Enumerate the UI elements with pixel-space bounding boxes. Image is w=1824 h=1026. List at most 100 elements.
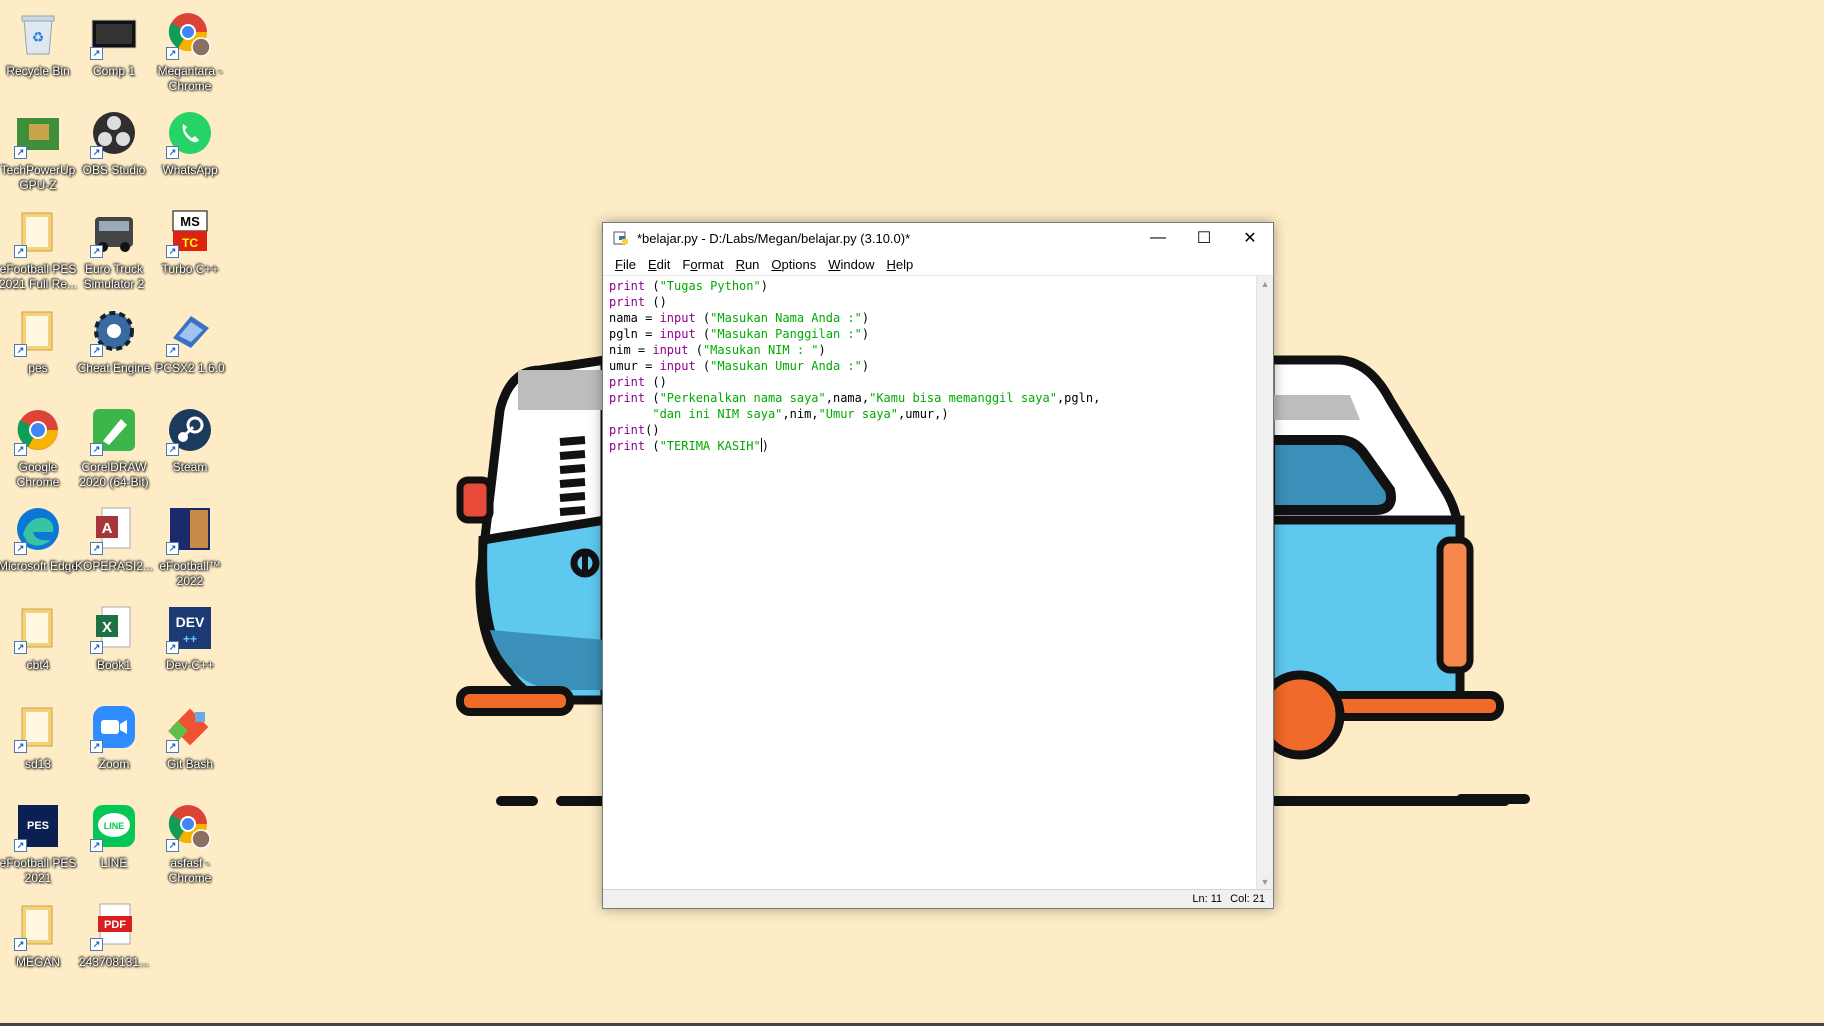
shortcut-arrow-icon: ↗ [14,542,27,555]
desktop-icon[interactable]: ↗ Cheat Engine [72,305,156,376]
code-token: ) [861,311,870,325]
turbo-cpp-icon: MS TC ↗ [164,206,216,258]
desktop-icon[interactable]: ↗ eFootball PES 2021 Full Re... [0,206,80,292]
desktop-icon-label: Turbo C++ [161,262,219,276]
code-token: umur = [609,359,660,373]
menu-item[interactable]: Run [730,257,766,272]
shortcut-arrow-icon: ↗ [166,344,179,357]
scroll-up-icon[interactable]: ▲ [1260,279,1270,289]
shortcut-arrow-icon: ↗ [90,443,103,456]
desktop-icon-label: eFootball PES 2021 Full Re... [0,262,78,291]
desktop-icon[interactable]: ↗ PCSX2 1.6.0 [148,305,232,376]
desktop-icon[interactable]: PDF ↗ 243708131... [72,899,156,970]
desktop-icon[interactable]: ↗ Git Bash [148,701,232,772]
truck-icon: ↗ [88,206,140,258]
folder-icon: ↗ [12,701,64,753]
shortcut-arrow-icon: ↗ [90,146,103,159]
desktop-icon-label: Book1 [96,658,132,672]
desktop-icon[interactable]: ↗ Megantara - Chrome [148,8,232,94]
pes-icon: PES ↗ [12,800,64,852]
code-token: ) [760,279,768,293]
code-line: print ("Perkenalkan nama saya",nama,"Kam… [609,390,1251,406]
vertical-scrollbar[interactable]: ▲ ▼ [1256,276,1273,890]
git-icon: ↗ [164,701,216,753]
minimize-button[interactable]: — [1135,223,1181,253]
code-line: print() [609,422,1251,438]
desktop-icon[interactable]: LINE ↗ LINE [72,800,156,871]
code-token: input [659,327,696,341]
code-line: umur = input ("Masukan Umur Anda :") [609,358,1251,374]
desktop-icon[interactable]: ↗ MEGAN [0,899,80,970]
desktop-icon-label: eFootball™ 2022 [159,559,221,588]
code-editor[interactable]: print ("Tugas Python") print () nama = inp… [603,276,1257,890]
desktop-icon-label: pes [28,361,48,375]
video-file-icon: ↗ [88,8,140,60]
desktop-icon[interactable]: ↗ Comp 1 [72,8,156,79]
desktop-icon[interactable]: DEV ++ ↗ Dev-C++ [148,602,232,673]
cheat-engine-icon: ↗ [88,305,140,357]
svg-text:DEV: DEV [176,614,205,630]
menu-item[interactable]: Options [765,257,822,272]
close-button[interactable]: ✕ [1227,223,1273,253]
code-token: () [645,295,667,309]
desktop-icon[interactable]: PES ↗ eFootball PES 2021 [0,800,80,886]
code-token: ,pgln, [1056,391,1101,405]
shortcut-arrow-icon: ↗ [90,47,103,60]
shortcut-arrow-icon: ↗ [166,740,179,753]
desktop-icon[interactable]: ↗ Microsoft Edge [0,503,80,574]
shortcut-arrow-icon: ↗ [90,542,103,555]
code-line: print ("TERIMA KASIH") [609,438,1251,454]
edge-icon: ↗ [12,503,64,555]
code-token: ) [761,439,769,453]
scroll-down-icon[interactable]: ▼ [1260,877,1270,887]
menu-item[interactable]: Edit [642,257,676,272]
desktop-icon[interactable]: X ↗ Book1 [72,602,156,673]
code-token: print [609,375,646,389]
menu-item[interactable]: Window [822,257,880,272]
status-line: Ln: 11 [1192,893,1223,905]
shortcut-arrow-icon: ↗ [14,344,27,357]
desktop-icon[interactable]: ↗ asfasf - Chrome [148,800,232,886]
shortcut-arrow-icon: ↗ [166,47,179,60]
menu-item[interactable]: File [609,257,642,272]
whatsapp-icon: ↗ [164,107,216,159]
desktop-icon[interactable]: ↗ TechPowerUp GPU-Z [0,107,80,193]
shortcut-arrow-icon: ↗ [166,146,179,159]
desktop-icon[interactable]: ↗ pes [0,305,80,376]
desktop-icon[interactable]: ↗ Steam [148,404,232,475]
menu-item[interactable]: Help [881,257,920,272]
svg-text:X: X [102,619,112,636]
desktop-icon[interactable]: ↗ CorelDRAW 2020 (64-Bit) [72,404,156,490]
excel-file-icon: X ↗ [88,602,140,654]
desktop-icon[interactable]: A ↗ KOPERASI2... [72,503,156,574]
folder-icon: ↗ [12,206,64,258]
code-token: ,umur,) [898,407,949,421]
desktop-icon-label: cbt4 [26,658,50,672]
shortcut-arrow-icon: ↗ [166,542,179,555]
desktop-icon[interactable]: ↗ cbt4 [0,602,80,673]
desktop-icon[interactable]: MS TC ↗ Turbo C++ [148,206,232,277]
code-token: nim = [609,343,653,357]
desktop-icon[interactable]: ↗ sd13 [0,701,80,772]
desktop-icon[interactable]: ↗ eFootball™ 2022 [148,503,232,589]
desktop-icon[interactable]: ↗ OBS Studio [72,107,156,178]
pcsx2-icon: ↗ [164,305,216,357]
code-token: pgln = [609,327,660,341]
desktop-icon[interactable]: ↗ Euro Truck Simulator 2 [72,206,156,292]
menu-item[interactable]: Format [676,257,729,272]
svg-text:LINE: LINE [104,821,125,831]
window-titlebar[interactable]: *belajar.py - D:/Labs/Megan/belajar.py (… [603,223,1273,253]
shortcut-arrow-icon: ↗ [166,839,179,852]
pdf-file-icon: PDF ↗ [88,899,140,951]
desktop-icon[interactable]: ♻ Recycle Bin [0,8,80,79]
desktop-icon-label: Steam [172,460,208,474]
desktop-icon-label: 243708131... [78,955,150,969]
idle-editor-window[interactable]: *belajar.py - D:/Labs/Megan/belajar.py (… [602,222,1274,909]
code-token: ,nama, [825,391,870,405]
desktop-icon[interactable]: ↗ Google Chrome [0,404,80,490]
maximize-button[interactable]: ☐ [1181,223,1227,253]
coreldraw-icon: ↗ [88,404,140,456]
code-token: () [645,423,660,437]
desktop-icon[interactable]: ↗ WhatsApp [148,107,232,178]
desktop-icon[interactable]: ↗ Zoom [72,701,156,772]
